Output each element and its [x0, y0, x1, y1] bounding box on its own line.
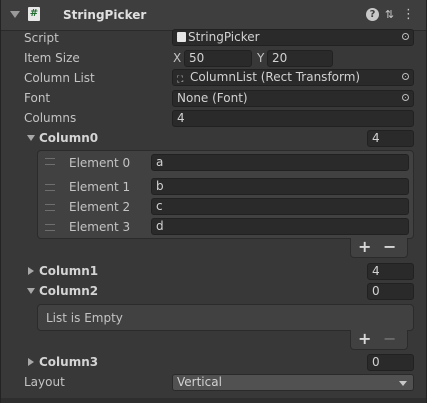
column1-size-input[interactable]: 4: [367, 263, 414, 280]
drag-handle-icon[interactable]: [45, 204, 55, 211]
panel-bottom-divider: [1, 398, 426, 403]
column0-list-footer: + −: [350, 238, 408, 258]
element-0-input[interactable]: a: [151, 154, 409, 171]
column3-foldout[interactable]: Column3: [39, 355, 98, 369]
column2-list-footer: + −: [350, 330, 408, 350]
column1-foldout[interactable]: Column1: [39, 264, 98, 278]
add-element-button[interactable]: +: [358, 239, 371, 255]
component-header[interactable]: # StringPicker ? ⇅ ⋮: [1, 0, 426, 31]
column2-foldout[interactable]: Column2: [39, 284, 98, 298]
column0-size-input[interactable]: 4: [367, 130, 414, 147]
drag-handle-icon[interactable]: [45, 224, 55, 231]
layout-dropdown[interactable]: Vertical: [172, 374, 414, 391]
script-value: StringPicker: [188, 30, 260, 44]
remove-element-button[interactable]: −: [383, 239, 396, 255]
inspector-panel: # StringPicker ? ⇅ ⋮ Script StringPicker…: [0, 0, 427, 403]
column2-list: List is Empty: [37, 304, 414, 331]
add-element-button[interactable]: +: [358, 331, 371, 347]
presets-icon[interactable]: ⇅: [383, 8, 396, 21]
list-empty-text: List is Empty: [46, 311, 123, 325]
column3-expand-arrow-icon[interactable]: [28, 358, 34, 366]
component-title: StringPicker: [63, 8, 147, 22]
element-0-label: Element 0: [69, 156, 131, 170]
item-size-x-label[interactable]: X: [173, 51, 181, 65]
column0-list: Element 0 a Element 1 b Element 2 c Elem…: [37, 150, 414, 239]
remove-element-button: −: [383, 329, 397, 348]
object-picker-icon[interactable]: [402, 73, 409, 80]
item-size-y-label[interactable]: Y: [257, 51, 264, 65]
drag-handle-icon[interactable]: [45, 184, 55, 191]
column0-expand-arrow-icon[interactable]: [27, 135, 35, 141]
font-field[interactable]: None (Font): [172, 90, 414, 107]
layout-value: Vertical: [177, 375, 222, 389]
script-label: Script: [24, 31, 59, 45]
column1-expand-arrow-icon[interactable]: [28, 267, 34, 275]
font-label: Font: [24, 91, 51, 105]
element-3-label: Element 3: [69, 220, 131, 234]
column-list-value: ColumnList (Rect Transform): [190, 70, 361, 84]
column2-expand-arrow-icon[interactable]: [27, 288, 35, 294]
element-3-input[interactable]: d: [151, 218, 409, 235]
help-icon[interactable]: ?: [366, 8, 379, 21]
columns-label: Columns: [24, 111, 77, 125]
item-size-label: Item Size: [24, 51, 80, 65]
item-size-y-input[interactable]: 20: [267, 50, 333, 67]
script-asset-icon: [177, 32, 186, 42]
drag-handle-icon[interactable]: [45, 158, 55, 165]
column2-size-input[interactable]: 0: [367, 283, 414, 300]
object-picker-icon[interactable]: [402, 94, 409, 101]
context-menu-icon[interactable]: ⋮: [402, 8, 415, 21]
column-list-label: Column List: [24, 71, 95, 85]
object-picker-icon[interactable]: [402, 33, 409, 40]
element-1-input[interactable]: b: [151, 178, 409, 195]
column0-foldout[interactable]: Column0: [39, 131, 98, 145]
script-icon: #: [28, 7, 40, 21]
layout-label: Layout: [24, 375, 65, 389]
item-size-x-input[interactable]: 50: [184, 50, 252, 67]
rect-transform-icon: ⛶: [177, 75, 184, 85]
script-field[interactable]: StringPicker: [172, 29, 414, 46]
columns-input[interactable]: 4: [172, 110, 414, 127]
column3-size-input[interactable]: 0: [367, 354, 414, 371]
component-foldout-arrow-icon[interactable]: [10, 11, 20, 18]
element-1-label: Element 1: [69, 180, 131, 194]
chevron-down-icon: [399, 381, 407, 386]
element-2-label: Element 2: [69, 200, 131, 214]
font-value: None (Font): [177, 91, 248, 105]
column-list-field[interactable]: ⛶ ColumnList (Rect Transform): [172, 69, 414, 86]
element-2-input[interactable]: c: [151, 198, 409, 215]
